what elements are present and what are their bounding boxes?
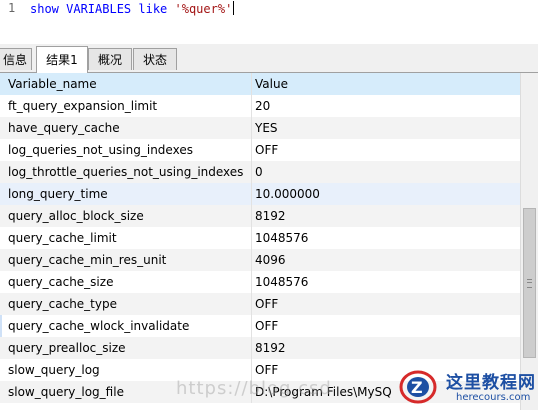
- variable-name-cell[interactable]: long_query_time: [2, 183, 252, 205]
- value-cell[interactable]: 0: [252, 161, 520, 183]
- tab-info-label: 信息: [2, 53, 27, 67]
- value-cell[interactable]: OFF: [252, 315, 520, 337]
- tab-result1[interactable]: 结果1: [36, 46, 88, 73]
- table-row[interactable]: query_cache_limit 1048576: [0, 227, 520, 249]
- variable-name-cell[interactable]: log_queries_not_using_indexes: [2, 139, 252, 161]
- table-row[interactable]: query_alloc_block_size 8192: [0, 205, 520, 227]
- table-row[interactable]: ft_query_expansion_limit 20: [0, 95, 520, 117]
- table-row[interactable]: query_cache_size 1048576: [0, 271, 520, 293]
- sql-code-keyword: show VARIABLES like: [30, 2, 175, 16]
- tab-info[interactable]: 信息: [0, 48, 32, 70]
- result-tab-bar: 信息 结果1 概况 状态: [0, 44, 538, 73]
- column-header-value[interactable]: Value: [252, 73, 520, 95]
- table-row[interactable]: long_query_time 10.000000: [0, 183, 520, 205]
- tab-profile-label: 概况: [97, 53, 122, 67]
- variable-name-cell[interactable]: query_cache_limit: [2, 227, 252, 249]
- svg-text:Z: Z: [411, 378, 423, 397]
- value-cell[interactable]: 4096: [252, 249, 520, 271]
- text-caret: [233, 1, 235, 15]
- vertical-scrollbar[interactable]: [520, 73, 538, 410]
- watermark-site-domain: herecours.com: [456, 392, 531, 403]
- variable-name-cell[interactable]: query_cache_min_res_unit: [2, 249, 252, 271]
- value-cell[interactable]: 1048576: [252, 227, 520, 249]
- tab-status[interactable]: 状态: [133, 48, 177, 70]
- value-cell[interactable]: YES: [252, 117, 520, 139]
- variable-name-cell[interactable]: query_alloc_block_size: [2, 205, 252, 227]
- variable-name-cell[interactable]: query_prealloc_size: [2, 337, 252, 359]
- value-cell[interactable]: 1048576: [252, 271, 520, 293]
- site-logo-icon: Z: [399, 370, 437, 404]
- table-row[interactable]: query_prealloc_size 8192: [0, 337, 520, 359]
- tab-status-label: 状态: [142, 53, 167, 67]
- watermark-site-title: 这里教程网: [446, 373, 536, 393]
- scrollbar-thumb[interactable]: [523, 208, 536, 358]
- variable-name-cell[interactable]: query_cache_wlock_invalidate: [2, 315, 252, 337]
- table-row[interactable]: log_throttle_queries_not_using_indexes 0: [0, 161, 520, 183]
- variable-name-cell[interactable]: log_throttle_queries_not_using_indexes: [2, 161, 252, 183]
- sql-editor[interactable]: 1 show VARIABLES like '%quer%': [0, 0, 538, 44]
- value-cell[interactable]: 8192: [252, 337, 520, 359]
- variable-name-cell[interactable]: ft_query_expansion_limit: [2, 95, 252, 117]
- value-cell[interactable]: 8192: [252, 205, 520, 227]
- value-cell[interactable]: 20: [252, 95, 520, 117]
- result-grid[interactable]: Variable_name Value ft_query_expansion_lim…: [0, 73, 520, 410]
- table-row[interactable]: query_cache_type OFF: [0, 293, 520, 315]
- variable-name-cell[interactable]: query_cache_type: [2, 293, 252, 315]
- value-cell[interactable]: OFF: [252, 293, 520, 315]
- line-number: 1: [8, 1, 16, 15]
- sql-code-string: '%quer%': [174, 2, 233, 16]
- watermark-url: https://blog.csd: [176, 378, 332, 399]
- table-row[interactable]: have_query_cache YES: [0, 117, 520, 139]
- value-cell[interactable]: 10.000000: [252, 183, 520, 205]
- variable-name-cell[interactable]: have_query_cache: [2, 117, 252, 139]
- column-header-variable-name[interactable]: Variable_name: [2, 73, 252, 95]
- tab-profile[interactable]: 概况: [88, 48, 132, 70]
- scrollbar-grip-icon: [527, 279, 532, 288]
- variable-name-cell[interactable]: query_cache_size: [2, 271, 252, 293]
- grid-header-row: Variable_name Value: [0, 73, 520, 95]
- value-cell[interactable]: OFF: [252, 139, 520, 161]
- tab-result1-label: 结果1: [46, 53, 78, 67]
- sql-code-line[interactable]: show VARIABLES like '%quer%': [30, 1, 235, 16]
- table-row[interactable]: query_cache_wlock_invalidate OFF: [0, 315, 520, 337]
- table-row[interactable]: query_cache_min_res_unit 4096: [0, 249, 520, 271]
- table-row[interactable]: log_queries_not_using_indexes OFF: [0, 139, 520, 161]
